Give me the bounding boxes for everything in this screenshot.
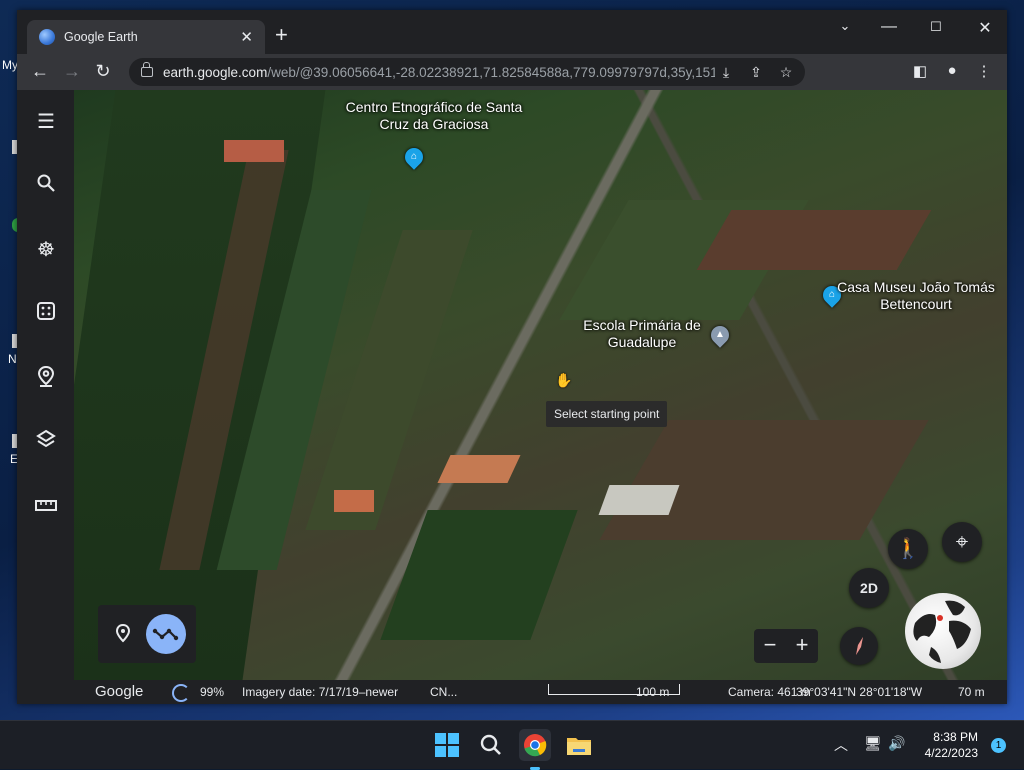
pegman-street-view-icon[interactable]: 🚶 <box>888 529 928 569</box>
side-panel-icon[interactable]: ◧ <box>910 62 930 80</box>
toggle-2d-button[interactable]: 2D <box>849 568 889 608</box>
close-window-button[interactable]: ✕ <box>975 18 995 38</box>
imagery-date[interactable]: Imagery date: 7/17/19–newer <box>242 685 398 699</box>
elevation: 70 m <box>958 685 985 699</box>
windows-start-icon[interactable] <box>431 729 463 761</box>
zoom-controls: − + <box>754 629 818 663</box>
bookmark-star-icon[interactable]: ☆ <box>775 64 797 81</box>
tab-title: Google Earth <box>64 30 138 44</box>
google-earth-favicon-icon <box>39 29 55 45</box>
earth-sidebar: ☰ ☸ <box>17 90 74 704</box>
search-icon[interactable] <box>33 173 59 199</box>
google-earth-app: ☰ ☸ Centro Etnográfico de Santa Cruz da … <box>17 90 1007 704</box>
install-app-icon[interactable]: ⤓ <box>715 64 737 81</box>
zoom-out-button[interactable]: − <box>754 629 786 663</box>
tab-google-earth[interactable]: Google Earth ✕ <box>27 20 265 54</box>
field-block <box>696 210 932 270</box>
url-text[interactable]: earth.google.com/web/@39.06056641,-28.02… <box>163 65 715 80</box>
earth-status-bar: Google 99% Imagery date: 7/17/19–newer C… <box>74 680 1007 704</box>
minimize-button[interactable]: — <box>879 18 899 36</box>
place-label[interactable]: Centro Etnográfico de Santa Cruz da Grac… <box>334 99 534 133</box>
notification-badge[interactable]: 1 <box>991 738 1006 753</box>
share-icon[interactable]: ⇪ <box>745 64 767 81</box>
sports-field <box>380 510 578 640</box>
place-label[interactable]: Escola Primária de Guadalupe <box>577 317 707 351</box>
url-path: /web/@39.06056641,-28.02238921,71.825845… <box>267 64 715 80</box>
school-pin-icon[interactable]: ▲ <box>707 322 733 348</box>
building-rooftops <box>437 455 521 483</box>
field-block <box>599 420 929 540</box>
tab-search-chevron-icon[interactable]: ⌄ <box>835 18 855 34</box>
back-button[interactable]: ← <box>29 61 51 82</box>
my-location-icon[interactable]: ⌖ <box>942 522 982 562</box>
measure-tool-panel <box>98 605 196 663</box>
tab-strip: Google Earth ✕ + ⌄ — ☐ ✕ <box>17 10 1007 54</box>
taskbar-search-icon[interactable] <box>475 729 507 761</box>
feeling-lucky-dice-icon[interactable] <box>33 301 59 327</box>
zoom-in-button[interactable]: + <box>786 629 818 663</box>
scale-label: 100 m <box>636 685 670 699</box>
cursor-coordinates: 39°03'41"N 28°01'18"W <box>796 685 923 699</box>
volume-icon[interactable]: 🔊 <box>888 735 905 752</box>
desktop-icon-label[interactable]: N <box>8 352 17 366</box>
satellite-map-canvas[interactable]: Centro Etnográfico de Santa Cruz da Grac… <box>74 90 1007 680</box>
museum-pin-icon[interactable]: ⌂ <box>401 144 427 170</box>
reload-button[interactable]: ↻ <box>92 61 114 82</box>
building-rooftops <box>224 140 284 162</box>
hand-cursor-icon: ✋ <box>555 372 573 388</box>
measure-ruler-icon[interactable] <box>33 493 59 519</box>
forward-button[interactable]: → <box>61 61 83 82</box>
measure-tooltip: Select starting point <box>546 401 668 427</box>
path-line-icon <box>152 628 179 641</box>
voyager-icon[interactable]: ☸ <box>33 237 59 263</box>
windows-taskbar: ︿ 🖥 🔊 8:38 PM 4/22/2023 1 <box>0 720 1024 770</box>
cemetery <box>598 485 680 515</box>
maximize-button[interactable]: ☐ <box>926 19 946 35</box>
show-hidden-icons-chevron-icon[interactable]: ︿ <box>834 735 848 755</box>
data-attribution[interactable]: CN... <box>430 685 457 699</box>
profile-icon[interactable]: ● <box>942 62 962 79</box>
desktop-icon-label[interactable]: My <box>2 58 18 72</box>
browser-window: Google Earth ✕ + ⌄ — ☐ ✕ ← → ↻ earth.goo… <box>17 10 1007 704</box>
loading-spinner-icon <box>172 684 190 702</box>
projects-pin-icon[interactable] <box>33 365 59 391</box>
address-bar[interactable]: earth.google.com/web/@39.06056641,-28.02… <box>129 58 805 86</box>
add-point-pin-icon[interactable] <box>112 622 134 646</box>
map-style-layers-icon[interactable] <box>33 429 59 455</box>
menu-hamburger-icon[interactable]: ☰ <box>33 109 59 135</box>
globe-overview-icon[interactable] <box>905 593 981 669</box>
chrome-taskbar-icon[interactable] <box>519 729 551 770</box>
clock-date: 4/22/2023 <box>924 746 978 760</box>
draw-path-button[interactable] <box>146 614 186 654</box>
clock-time: 8:38 PM <box>933 730 978 744</box>
url-host: earth.google.com <box>163 64 268 80</box>
browser-toolbar: ← → ↻ earth.google.com/web/@39.06056641,… <box>17 54 1007 90</box>
lock-icon[interactable] <box>141 62 153 77</box>
compass-icon[interactable] <box>840 627 878 665</box>
new-tab-button[interactable]: + <box>275 24 288 46</box>
building-rooftops <box>334 490 374 512</box>
network-icon[interactable]: 🖥 <box>864 735 882 752</box>
file-explorer-icon[interactable] <box>563 729 595 761</box>
load-percentage: 99% <box>200 685 225 699</box>
google-logo: Google <box>95 683 144 700</box>
browser-menu-icon[interactable]: ⋮ <box>974 62 994 80</box>
system-clock[interactable]: 8:38 PM 4/22/2023 <box>925 729 978 761</box>
tab-close-icon[interactable]: ✕ <box>240 28 253 46</box>
place-label[interactable]: Casa Museu João Tomás Bettencourt <box>836 279 996 313</box>
